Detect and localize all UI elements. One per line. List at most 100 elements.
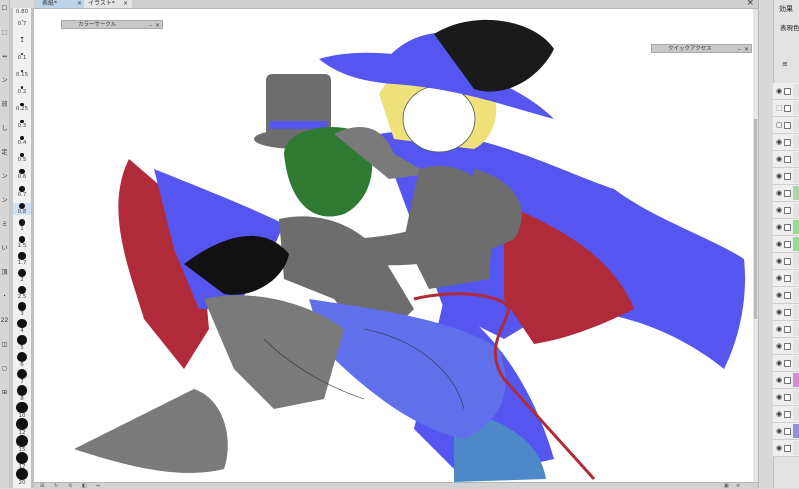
eye-icon[interactable]: ◉ xyxy=(776,342,782,350)
status-tool-icon[interactable]: ▣ xyxy=(724,483,729,489)
brush-size-item[interactable]: 17 xyxy=(13,451,31,470)
layer-row[interactable]: ◉ xyxy=(773,338,799,355)
layer-row[interactable]: ◉ xyxy=(773,355,799,372)
eye-icon[interactable]: ◉ xyxy=(776,223,782,231)
eye-icon[interactable]: ◉ xyxy=(776,155,782,163)
layer-row[interactable]: ▢ xyxy=(773,117,799,134)
brush-size-item[interactable]: 0.7 xyxy=(13,20,31,27)
zoom-value[interactable]: 0.80 xyxy=(13,9,31,15)
brush-size-item[interactable]: 4 xyxy=(13,318,31,334)
close-icon[interactable]: × xyxy=(746,0,754,8)
layer-lock-checkbox[interactable] xyxy=(784,224,791,231)
eye-icon[interactable]: ◉ xyxy=(776,444,782,452)
layer-lock-checkbox[interactable] xyxy=(784,394,791,401)
brush-size-item[interactable]: 0.5 xyxy=(13,152,31,163)
eye-icon[interactable]: ◉ xyxy=(776,393,782,401)
brush-size-item[interactable]: 0.3 xyxy=(13,119,31,129)
layer-lock-checkbox[interactable] xyxy=(784,241,791,248)
layer-lock-checkbox[interactable] xyxy=(784,173,791,180)
layer-row[interactable]: ◉ xyxy=(773,440,799,457)
brush-size-item[interactable]: 0.25 xyxy=(13,103,31,112)
close-icon[interactable]: × xyxy=(123,0,128,8)
brush-size-item[interactable]: 10 xyxy=(13,401,31,419)
drawing-canvas[interactable]: カラーサークル – × クイックアクセス – × xyxy=(34,9,758,482)
brush-size-item[interactable]: 0.7 xyxy=(13,186,31,198)
brush-size-item[interactable]: 7 xyxy=(13,368,31,385)
eye-icon[interactable]: ◉ xyxy=(776,138,782,146)
tool-icon[interactable]: 頂 xyxy=(0,268,9,277)
close-icon[interactable]: × xyxy=(77,0,82,8)
brush-size-item[interactable]: 0.6 xyxy=(13,169,31,180)
brush-size-item[interactable]: 0.1 xyxy=(13,53,31,61)
brush-size-item[interactable]: 15 xyxy=(13,435,31,453)
zoom-readout[interactable]: 0.80 xyxy=(13,9,31,15)
layer-lock-checkbox[interactable] xyxy=(784,343,791,350)
layer-row[interactable]: ◉ xyxy=(773,270,799,287)
eye-icon[interactable]: ▢ xyxy=(776,121,783,129)
tool-icon[interactable]: 22 xyxy=(0,316,9,325)
eye-icon[interactable]: ◉ xyxy=(776,87,782,95)
tool-icon[interactable]: 放 xyxy=(0,100,9,109)
layer-lock-checkbox[interactable] xyxy=(784,411,791,418)
tool-icon[interactable]: い xyxy=(0,244,9,253)
color-circle-panel[interactable]: カラーサークル – × xyxy=(61,20,163,29)
brush-size-item[interactable]: 0.2 xyxy=(13,86,31,95)
layer-lock-checkbox[interactable] xyxy=(784,292,791,299)
layer-lock-checkbox[interactable] xyxy=(784,309,791,316)
scrollbar-thumb[interactable] xyxy=(754,119,757,319)
menu-icon[interactable]: ≡ xyxy=(782,60,788,68)
layer-row[interactable]: ◉ xyxy=(773,321,799,338)
tool-icon[interactable]: ⊞ xyxy=(0,388,9,397)
tool-icon[interactable]: ☐ xyxy=(0,4,9,13)
tool-icon[interactable]: ミ xyxy=(0,220,9,229)
layer-lock-checkbox[interactable] xyxy=(784,122,791,129)
layer-row[interactable]: ◉ xyxy=(773,83,799,100)
eye-icon[interactable]: ◉ xyxy=(776,410,782,418)
tool-icon[interactable]: ン xyxy=(0,172,9,181)
brush-size-item[interactable]: 2 xyxy=(13,269,31,283)
brush-size-item[interactable]: 1 xyxy=(13,219,31,232)
eye-icon[interactable]: ◉ xyxy=(776,325,782,333)
layer-lock-checkbox[interactable] xyxy=(784,105,791,112)
status-tool-icon[interactable]: ⟲ xyxy=(68,483,72,489)
eye-icon[interactable]: ◉ xyxy=(776,206,782,214)
tool-icon[interactable]: ン xyxy=(0,76,9,85)
minimize-icon[interactable]: – xyxy=(149,21,152,30)
layer-row[interactable]: ◉ xyxy=(773,202,799,219)
eye-icon[interactable]: ◉ xyxy=(776,257,782,265)
layer-lock-checkbox[interactable] xyxy=(784,258,791,265)
brush-size-item[interactable]: 0.8 xyxy=(13,202,31,215)
eye-icon[interactable]: ◉ xyxy=(776,189,782,197)
brush-size-item[interactable]: 20 xyxy=(13,468,31,486)
eye-icon[interactable]: ⬚ xyxy=(776,104,783,112)
layer-row[interactable]: ◉ xyxy=(773,134,799,151)
status-tool-icon[interactable]: ⊞ xyxy=(40,483,44,489)
brush-size-item[interactable]: 1.7 xyxy=(13,252,31,266)
eye-icon[interactable]: ◉ xyxy=(776,359,782,367)
status-tool-icon[interactable]: ◧ xyxy=(82,483,87,489)
quick-access-panel[interactable]: クイックアクセス – × xyxy=(651,44,752,53)
layer-lock-checkbox[interactable] xyxy=(784,377,791,384)
layer-row[interactable]: ◉ xyxy=(773,372,799,389)
brush-size-item[interactable]: 3 xyxy=(13,302,31,317)
layer-row[interactable]: ◉ xyxy=(773,185,799,202)
layer-row[interactable]: ◉ xyxy=(773,406,799,423)
layer-lock-checkbox[interactable] xyxy=(784,88,791,95)
eye-icon[interactable]: ◉ xyxy=(776,274,782,282)
layer-row[interactable]: ◉ xyxy=(773,219,799,236)
layer-row[interactable]: ⬚ xyxy=(773,100,799,117)
eye-icon[interactable]: ◉ xyxy=(776,172,782,180)
brush-size-item[interactable]: 0.15 xyxy=(13,69,31,78)
tab-illustration[interactable]: イラスト* × xyxy=(84,0,132,8)
eye-icon[interactable]: ◉ xyxy=(776,427,782,435)
brush-size-item[interactable]: 2.5 xyxy=(13,285,31,300)
status-tool-icon[interactable]: ⇔ xyxy=(96,483,100,489)
status-tool-icon[interactable]: ≡ xyxy=(736,483,740,489)
layer-row[interactable]: ◉ xyxy=(773,304,799,321)
brush-size-item[interactable]: 5 xyxy=(13,335,31,351)
layer-row[interactable]: ◉ xyxy=(773,287,799,304)
layer-lock-checkbox[interactable] xyxy=(784,190,791,197)
tool-icon[interactable]: ン xyxy=(0,196,9,205)
tab-cover[interactable]: 表紙* × xyxy=(38,0,86,8)
tool-icon[interactable]: ・ xyxy=(0,292,9,301)
